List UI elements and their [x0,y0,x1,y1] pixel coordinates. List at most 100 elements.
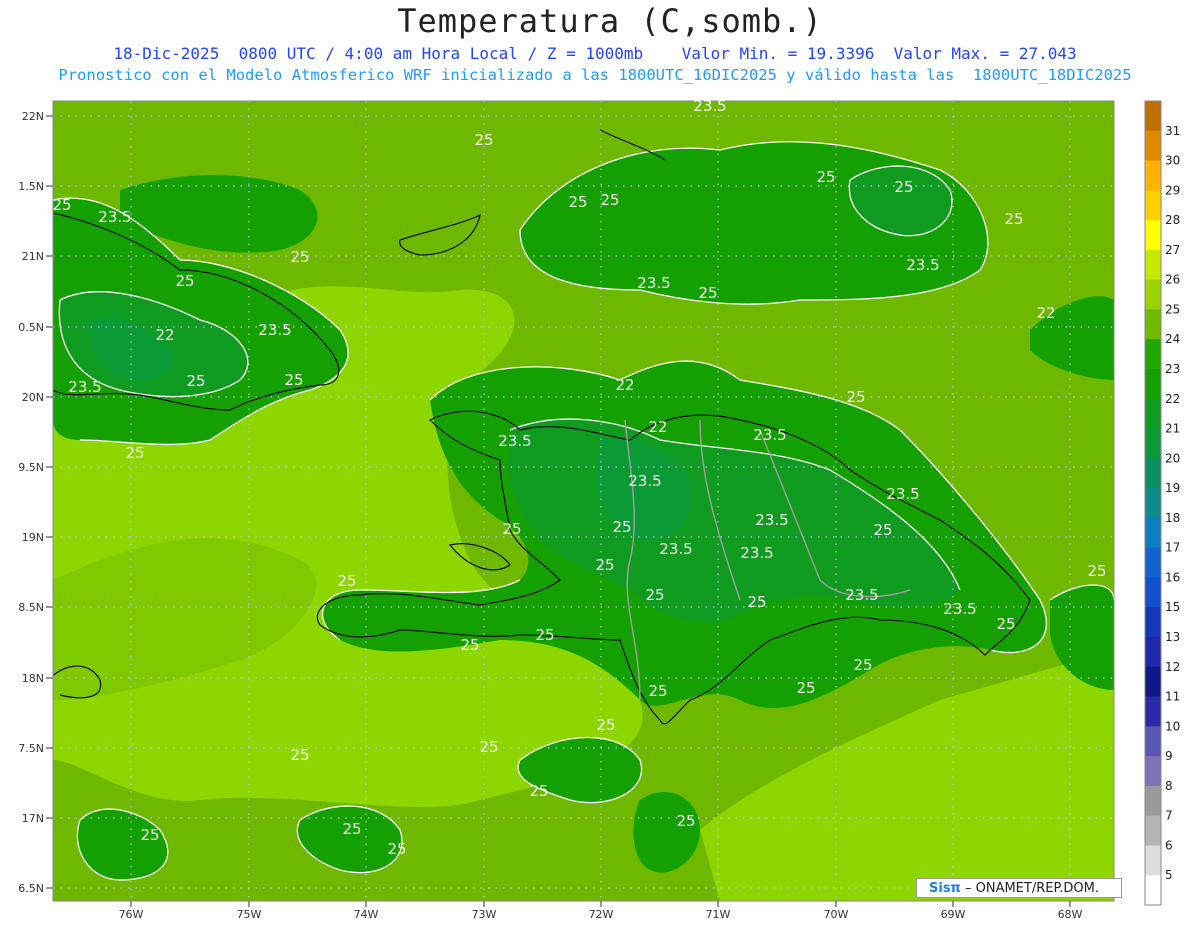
lat-tick-label: 20N [22,391,44,404]
colorbar-label: 22 [1165,392,1180,406]
credit-box: Sisπ – ONAMET/REP.DOM. [916,878,1122,898]
contour-label: 25 [140,826,159,844]
colorbar-label: 29 [1165,183,1180,197]
contour-label: 25 [125,444,144,462]
contour-label: 25 [342,820,361,838]
contour-label: 22 [615,376,634,394]
colorbar-label: 18 [1165,511,1180,525]
contour-label: 23.5 [845,586,878,604]
colorbar-label: 26 [1165,273,1180,287]
colorbar-label: 27 [1165,243,1180,257]
colorbar-label: 28 [1165,213,1180,227]
colorbar-swatch [1145,756,1161,787]
contour-label: 25 [284,371,303,389]
lat-tick-label: 19N [22,531,44,544]
colorbar-label: 9 [1165,749,1173,763]
contour-label: 25 [175,272,194,290]
contour-label: 25 [645,586,664,604]
sispi-logo: Sisπ [929,881,961,896]
colorbar-swatch [1145,398,1161,430]
colorbar-label: 30 [1165,154,1180,168]
contour-label: 25 [52,196,71,214]
colorbar-label: 20 [1165,451,1180,465]
contour-label: 25 [186,372,205,390]
colorbar-swatch [1145,637,1161,668]
lon-tick-label: 73W [472,908,497,921]
latitude-axis: 22N 1.5N 21N 0.5N 20N 9.5N 19N 8.5N 18N 7.5N 17N 6.… [18,110,53,895]
contour-label: 23.5 [943,600,976,618]
contour-label: 23.5 [693,97,726,115]
contour-label: 25 [595,556,614,574]
contour-label: 23.5 [637,274,670,292]
lat-tick-label: 0.5N [18,321,44,334]
colorbar-swatch [1145,101,1161,132]
lon-tick-label: 70W [824,908,849,921]
contour-label: 25 [846,388,865,406]
lat-tick-label: 8.5N [18,601,44,614]
colorbar-swatch [1145,666,1161,698]
lon-tick-label: 68W [1058,908,1083,921]
lat-tick-label: 21N [22,250,44,263]
lat-tick-label: 9.5N [18,461,44,474]
contour-label: 25 [853,656,872,674]
lat-tick-label: 1.5N [18,180,44,193]
lon-tick-label: 74W [354,908,379,921]
colorbar-label: 19 [1165,481,1180,495]
contour-label: 23.5 [498,432,531,450]
contour-label: 23.5 [755,511,788,529]
colorbar-swatch [1145,488,1161,519]
contour-label: 25 [474,131,493,149]
contour-label: 25 [337,572,356,590]
contour-label: 25 [1004,210,1023,228]
colorbar-label: 7 [1165,809,1173,823]
lat-tick-label: 18N [22,672,44,685]
lon-tick-label: 69W [941,908,966,921]
colorbar-label: 23 [1165,362,1180,376]
contour-label: 23.5 [886,485,919,503]
contour-label: 25 [535,626,554,644]
contour-label: 25 [290,746,309,764]
contour-label: 25 [460,636,479,654]
lat-tick-label: 22N [22,110,44,123]
contour-label: 22 [1036,304,1055,322]
colorbar-swatch [1145,339,1161,370]
colorbar-swatch [1145,726,1161,757]
colorbar-label: 24 [1165,332,1180,346]
colorbar-label: 13 [1165,630,1180,644]
colorbar-label: 10 [1165,719,1180,733]
colorbar-label: 15 [1165,600,1180,614]
colorbar-label: 25 [1165,302,1180,316]
contour-label: 25 [529,782,548,800]
colorbar-swatch [1145,279,1161,310]
contour-label: 25 [747,593,766,611]
colorbar-label: 16 [1165,570,1180,584]
colorbar-swatch [1145,369,1161,400]
contour-label: 25 [698,284,717,302]
colorbar-label: 12 [1165,660,1180,674]
colorbar-swatch [1145,517,1161,549]
lon-tick-label: 75W [237,908,262,921]
contour-label: 23.5 [628,472,661,490]
colorbar-swatch [1145,607,1161,638]
colorbar-swatch [1145,428,1161,459]
colorbar-label: 8 [1165,779,1173,793]
contour-label: 25 [479,738,498,756]
colorbar-swatch [1145,130,1161,162]
colorbar-swatch [1145,458,1161,489]
lat-tick-label: 6.5N [18,882,44,895]
contour-label: 25 [568,193,587,211]
colorbar-swatch [1145,160,1161,191]
colorbar-swatch [1145,785,1161,817]
colorbar-label: 21 [1165,422,1180,436]
lat-tick-label: 7.5N [18,742,44,755]
colorbar-swatch [1145,309,1161,340]
contour-label: 25 [648,682,667,700]
lon-tick-label: 72W [589,908,614,921]
contour-label: 23.5 [906,256,939,274]
contour-label: 25 [996,615,1015,633]
contour-label: 25 [816,168,835,186]
contour-label: 25 [290,248,309,266]
contour-label: 25 [612,518,631,536]
colorbar-swatch [1145,249,1161,281]
colorbar-label: 17 [1165,541,1180,555]
